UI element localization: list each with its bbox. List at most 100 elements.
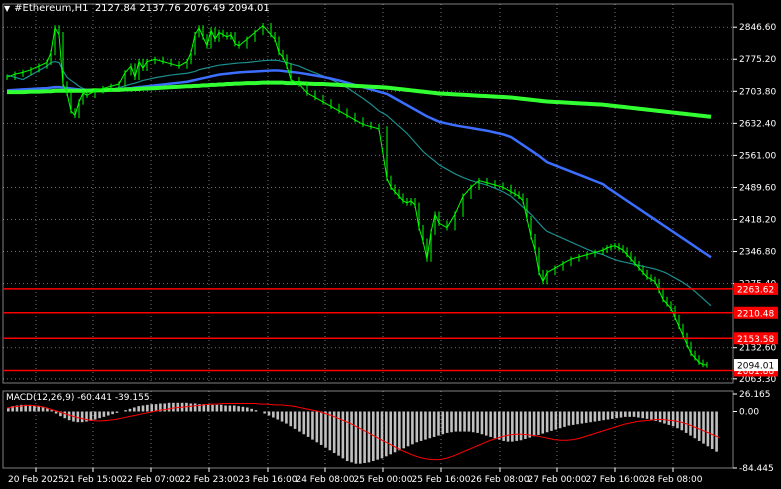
macd-hist-bar: [302, 411, 306, 435]
macd-hist-bar: [424, 411, 427, 440]
macd-hist-bar: [693, 411, 697, 439]
ma-slow-line: [7, 80, 712, 119]
y-tick-label: 2418.20: [739, 216, 776, 226]
macd-hist-bar: [697, 411, 701, 441]
macd-hist-bar: [206, 404, 210, 412]
triangle-down-icon[interactable]: ▼: [4, 4, 10, 13]
macd-hist-bar: [128, 408, 132, 412]
y-tick-label: 2632.40: [739, 119, 776, 129]
x-tick-label: 27 Feb 00:00: [527, 475, 586, 485]
macd-hist-bar: [493, 411, 497, 439]
macd-hist-bar: [645, 411, 649, 419]
macd-hist-bar: [306, 411, 310, 437]
macd-hist-bar: [254, 410, 258, 412]
macd-hist-bar: [615, 411, 618, 419]
macd-hist-bar: [345, 411, 349, 462]
macd-hist-bar: [102, 411, 106, 417]
macd-hist-bar: [558, 411, 562, 429]
macd-hist-bar: [511, 411, 514, 442]
macd-hist-bar: [228, 405, 232, 412]
macd-y-tick-label: 0.00: [739, 408, 759, 418]
macd-hist-bar: [641, 411, 645, 419]
macd-hist-bar: [33, 405, 36, 412]
macd-hist-bar: [98, 411, 101, 419]
macd-hist-bar: [224, 405, 227, 412]
macd-hist-bar: [480, 411, 484, 435]
macd-hist-bar: [663, 411, 666, 424]
macd-hist-bar: [650, 411, 653, 420]
macd-hist-bar: [441, 411, 445, 435]
y-tick-label: 2346.80: [739, 248, 776, 258]
macd-hist-bar: [593, 411, 597, 422]
macd-hist-bar: [550, 411, 553, 431]
macd-hist-bar: [298, 411, 301, 432]
macd-hist-bar: [354, 411, 358, 464]
macd-hist-bar: [571, 411, 575, 425]
y-tick-label: 2703.80: [739, 87, 776, 97]
macd-hist-bar: [658, 411, 662, 423]
macd-hist-bar: [402, 411, 406, 449]
macd-hist-bar: [193, 403, 197, 412]
macd-hist-bar: [702, 411, 705, 444]
macd-hist-bar: [706, 411, 710, 447]
macd-hist-bar: [676, 411, 679, 429]
ma-fast-line: [6, 59, 712, 307]
macd-hist-bar: [563, 411, 566, 427]
macd-hist-bar: [471, 411, 475, 433]
macd-hist-bar: [319, 411, 323, 445]
macd-hist-bar: [715, 411, 718, 452]
ohlc-readout: 2127.84 2137.76 2076.49 2094.01: [94, 3, 270, 14]
price-pane-frame: [2, 3, 734, 384]
macd-hist-bar: [276, 411, 280, 420]
macd-hist-bar: [93, 411, 97, 420]
macd-hist-bar: [315, 411, 319, 443]
macd-hist-bar: [376, 411, 379, 460]
macd-hist-bar: [172, 402, 175, 412]
macd-hist-bar: [476, 411, 479, 433]
y-tick-label: 2489.60: [739, 183, 776, 193]
x-tick-label: 27 Feb 16:00: [585, 475, 644, 485]
macd-hist-bar: [76, 411, 80, 423]
macd-hist-bar: [232, 405, 236, 412]
macd-hist-bar: [89, 411, 93, 421]
x-tick-label: 20 Feb 2025: [8, 475, 64, 485]
price-tag-label: 2094.01: [737, 362, 774, 372]
macd-hist-bar: [332, 411, 336, 453]
level-label: 2263.62: [737, 285, 774, 295]
macd-hist-bar: [311, 411, 314, 440]
macd-hist-bar: [167, 402, 171, 412]
chart-window: 2846.60 2775.20 2703.80 2632.40 2561.00 2489.…: [0, 0, 781, 489]
chart-canvas[interactable]: 2846.60 2775.20 2703.80 2632.40 2561.00 2489.…: [0, 0, 781, 489]
macd-hist-bar: [289, 411, 293, 427]
macd-hist-bar: [54, 411, 58, 414]
macd-hist-bar: [454, 411, 458, 432]
x-tick-label: 22 Feb 07:00: [121, 475, 180, 485]
macd-hist-bar: [241, 406, 245, 412]
macd-hist-bar: [267, 411, 271, 416]
macd-hist-bar: [406, 411, 410, 447]
macd-hist-bar: [506, 411, 510, 442]
macd-hist-bar: [211, 404, 214, 412]
macd-hist-bar: [628, 411, 631, 417]
macd-hist-bar: [272, 411, 275, 418]
macd-hist-bar: [606, 411, 610, 420]
macd-hist-bar: [432, 411, 436, 437]
macd-hist-bar: [367, 411, 371, 463]
y-tick-label: 2846.60: [739, 23, 776, 33]
macd-hist-bar: [450, 411, 453, 433]
x-tick-label: 25 Feb 16:00: [411, 475, 470, 485]
level-label: 2210.48: [737, 309, 774, 319]
macd-hist-bar: [576, 411, 579, 425]
y-tick-label: 2561.00: [739, 151, 776, 161]
macd-hist-bar: [567, 411, 571, 426]
macd-hist-bar: [624, 411, 627, 417]
macd-hist-bar: [380, 411, 384, 459]
macd-hist-bar: [106, 411, 110, 416]
macd-hist-bar: [680, 411, 684, 431]
macd-hist-bar: [580, 411, 584, 424]
macd-hist-bar: [141, 405, 145, 412]
macd-hist-bar: [163, 403, 167, 412]
macd-hist-bar: [115, 411, 119, 413]
macd-hist-bar: [467, 411, 471, 432]
x-tick-label: 26 Feb 08:00: [470, 475, 529, 485]
